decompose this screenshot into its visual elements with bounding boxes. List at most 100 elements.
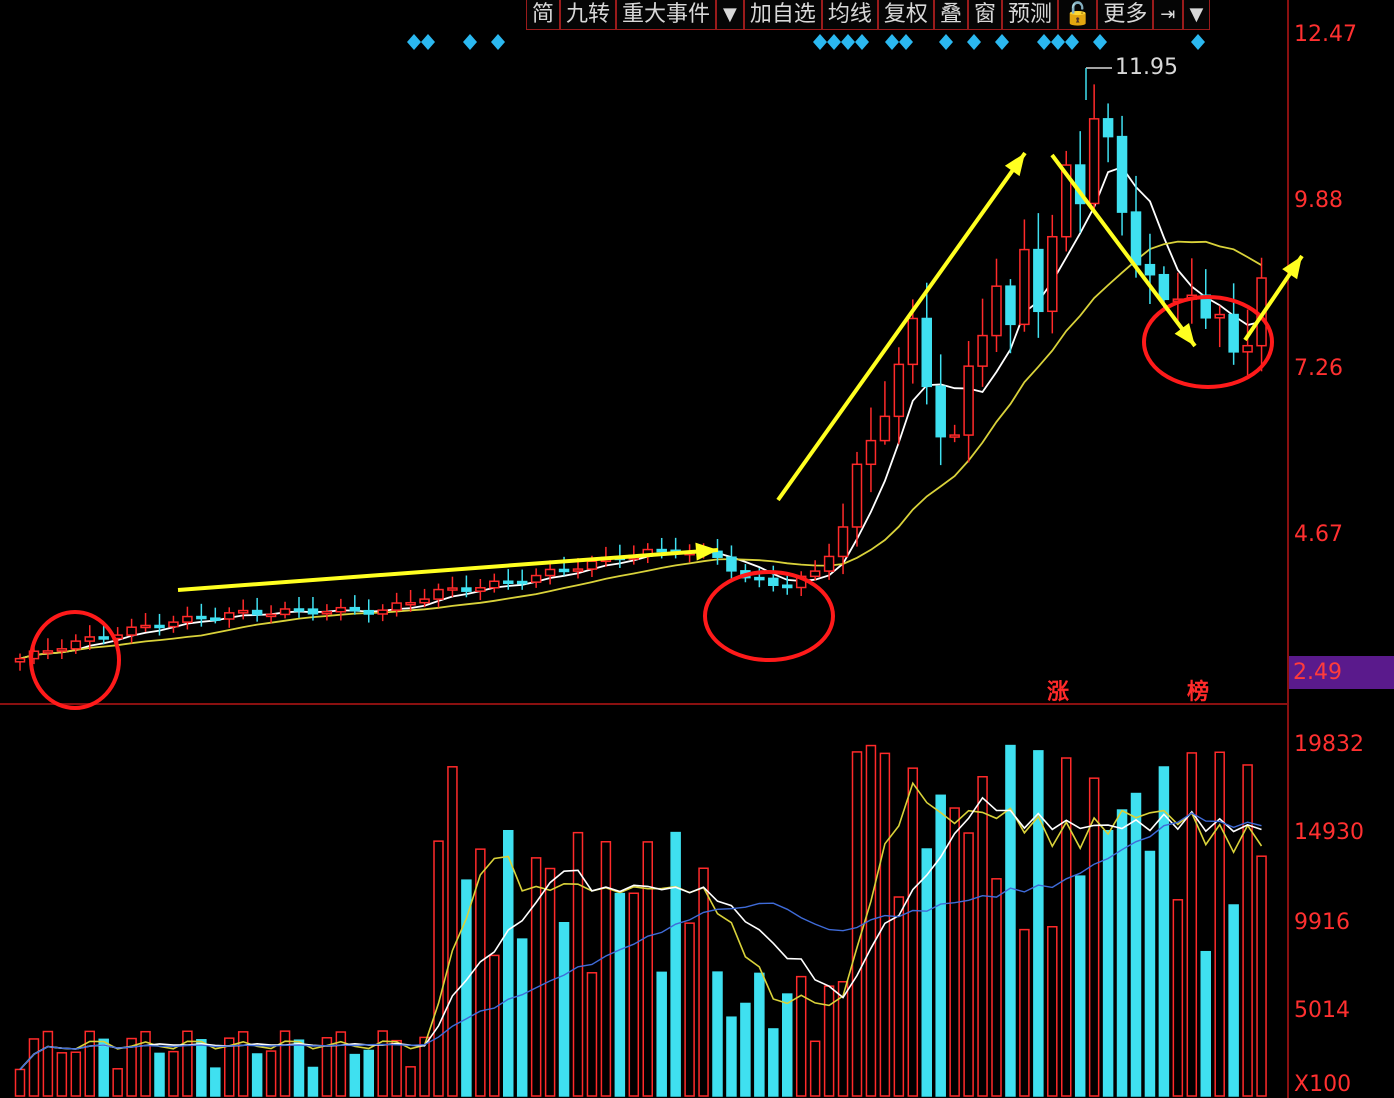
trend-arrow-line [776,151,1027,502]
volume-bar [293,1039,305,1097]
volume-bar [851,751,863,1097]
candle-body [1005,285,1016,326]
volume-bar [586,972,598,1097]
volume-unit-label: X100 [1294,1072,1352,1097]
chart-toolbar: 简九转 重大事件 ▼ 加自选 均线 复权叠窗预测 🔓 更多 ⇥ ▼ [526,0,1211,32]
toolbar-button-7[interactable]: 叠 [933,0,968,30]
volume-bar [614,892,626,1097]
candle-body [782,584,793,589]
signal-diamond [841,34,855,50]
trend-arrow-line [177,548,719,592]
candle-body [321,611,333,615]
volume-bar [447,766,458,1097]
ma-yellow-line [19,240,1262,660]
toolbar-button-12[interactable]: ⇥ [1153,0,1183,30]
candle-body [754,576,765,581]
toolbar-button-6[interactable]: 复权 [877,0,934,30]
toolbar-button-10[interactable]: 🔓 [1057,0,1098,30]
candle-body [461,587,472,592]
volume-bar [516,938,528,1097]
candle-body [809,570,821,578]
volume-bar [977,775,988,1097]
stock-chart[interactable]: 简九转 重大事件 ▼ 加自选 均线 复权叠窗预测 🔓 更多 ⇥ ▼ 12.47 9.88 7.26… [0,0,1394,1098]
signal-diamond [407,34,421,50]
volume-bar [28,1038,40,1097]
toolbar-button-4[interactable]: 加自选 [743,0,822,30]
last-price-label: 2.49 [1289,656,1394,689]
volume-bar [1214,751,1225,1097]
toolbar-button-13[interactable]: ▼ [1182,0,1211,30]
volume-bar [489,954,500,1097]
volume-bar [42,1030,54,1097]
trend-arrow-head [1282,256,1302,280]
toolbar-button-9[interactable]: 预测 [1001,0,1058,30]
candle-body [14,657,26,663]
volume-bar [1033,750,1044,1097]
candle-body [879,415,891,442]
signal-diamond [1093,34,1107,50]
toolbar-button-11[interactable]: 更多 [1097,0,1154,30]
volume-bar [1228,904,1239,1097]
toolbar-button-5[interactable]: 均线 [821,0,878,30]
candle-body [56,648,68,652]
candle-body [823,555,835,572]
candle-body [279,608,291,616]
volume-bar [210,1067,221,1097]
toolbar-button-2[interactable]: 重大事件 [616,0,717,30]
price-label-3: 7.26 [1294,356,1343,381]
volume-bar [726,1016,737,1097]
volume-label-4: 5014 [1294,998,1350,1023]
volume-bar [740,1002,751,1097]
volume-bar [98,1038,109,1097]
volume-bar [14,1068,26,1097]
toolbar-button-0[interactable]: 简 [526,0,561,30]
candle-body [447,587,458,591]
candlesticks [14,84,1267,671]
candle-body [182,615,193,623]
peak-price-label: 11.95 [1115,55,1178,80]
candle-body [293,608,305,612]
volume-bar [809,1040,821,1097]
volume-bar [991,878,1002,1097]
volume-bar [1186,752,1198,1097]
signal-diamond [1037,34,1051,50]
signal-diamond [939,34,953,50]
volume-bar [154,1052,165,1097]
signal-diamond [813,34,827,50]
volume-bar [1144,850,1156,1097]
signal-diamond [1051,34,1065,50]
volume-bar [782,993,793,1097]
volume-bar [251,1053,263,1097]
volume-bar [265,1050,277,1097]
candle-body [237,609,249,614]
candle-body [1033,248,1044,313]
candle-body [70,640,82,650]
volume-bar [1019,928,1030,1097]
volume-bar [935,794,946,1097]
signal-diamond [491,34,505,50]
candle-body [1214,313,1225,319]
volume-bar [503,829,514,1097]
candle-body [963,365,974,436]
toolbar-button-3[interactable]: ▼ [716,0,744,30]
volume-bar [698,867,709,1097]
volume-bar [1130,792,1142,1097]
volume-bar [670,831,681,1097]
candle-body [530,574,542,583]
volume-label-2: 14930 [1294,820,1364,845]
signal-diamond [995,34,1009,50]
candle-body [1102,118,1114,138]
volume-bar [112,1068,123,1097]
candle-body [851,463,863,528]
signal-diamond [827,34,841,50]
trend-arrow-head [1004,153,1025,177]
volume-bar [1061,757,1072,1097]
volume-bar [391,1039,402,1097]
candle-body [168,621,179,628]
candle-body [726,556,737,572]
volume-bar [363,1049,374,1097]
toolbar-button-8[interactable]: 窗 [967,0,1002,30]
candle-body [516,580,528,585]
price-label-top: 12.47 [1294,22,1357,47]
toolbar-button-1[interactable]: 九转 [560,0,617,30]
